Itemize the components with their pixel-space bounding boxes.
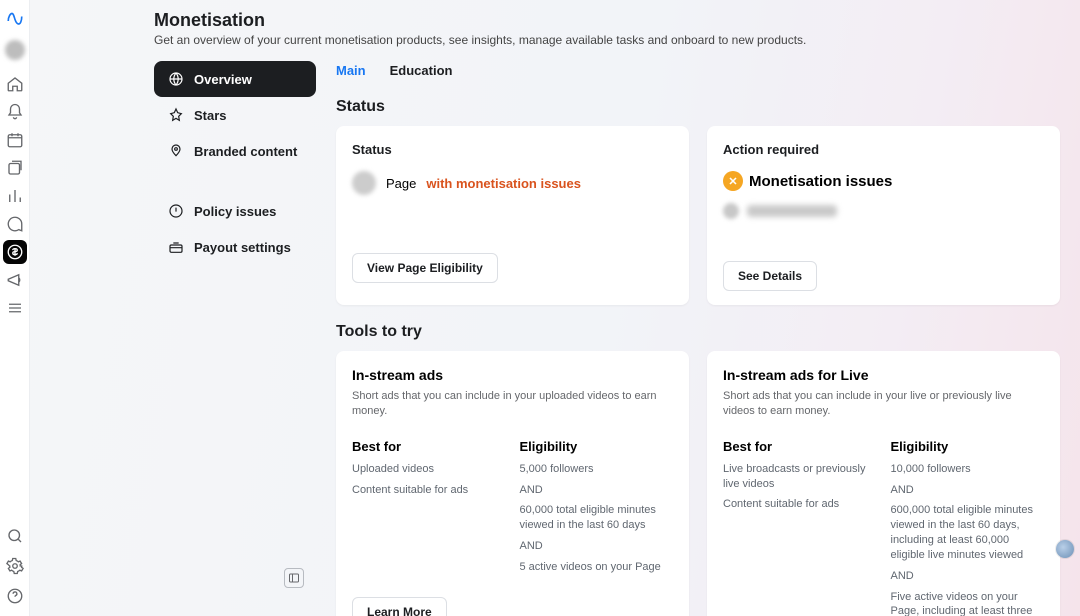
tab-bar: Main Education — [336, 63, 1060, 84]
elig-heading: Eligibility — [520, 439, 674, 454]
page-subtitle: Get an overview of your current monetisa… — [154, 33, 1060, 47]
tool-title: In-stream ads — [352, 367, 673, 383]
page-avatar — [352, 171, 376, 195]
gear-icon[interactable] — [3, 554, 27, 578]
collapse-panel-icon[interactable] — [284, 568, 304, 588]
learn-more-button[interactable]: Learn More — [352, 597, 447, 616]
action-card: Action required Monetisation issues See … — [707, 126, 1060, 305]
search-icon[interactable] — [3, 524, 27, 548]
tool-instream-ads: In-stream ads Short ads that you can inc… — [336, 351, 689, 616]
elig-heading: Eligibility — [891, 439, 1045, 454]
help-icon[interactable] — [3, 584, 27, 608]
tools-section-title: Tools to try — [336, 323, 1060, 341]
best-heading: Best for — [352, 439, 506, 454]
tool-desc: Short ads that you can include in your l… — [723, 389, 1044, 419]
elig-item: AND — [891, 483, 1045, 498]
tool-title: In-stream ads for Live — [723, 367, 1044, 383]
content-area: Main Education Status Status Page with m… — [336, 61, 1060, 616]
sidenav-label: Payout settings — [194, 240, 291, 255]
elig-item: AND — [891, 569, 1045, 584]
content-icon[interactable] — [3, 156, 27, 180]
best-item: Content suitable for ads — [352, 483, 506, 498]
elig-item: AND — [520, 539, 674, 554]
page-label: Page — [386, 176, 416, 191]
ads-icon[interactable] — [3, 268, 27, 292]
bell-icon[interactable] — [3, 100, 27, 124]
calendar-icon[interactable] — [3, 128, 27, 152]
inbox-icon[interactable] — [3, 212, 27, 236]
best-item: Content suitable for ads — [723, 497, 877, 512]
elig-item: Five active videos on your Page, includi… — [891, 590, 1045, 616]
side-nav: Overview Stars Branded content Policy is… — [154, 61, 316, 616]
issue-text: Monetisation issues — [749, 173, 892, 190]
warning-icon — [723, 171, 743, 191]
sidenav-overview[interactable]: Overview — [154, 61, 316, 97]
sidenav-payout[interactable]: Payout settings — [154, 229, 316, 265]
elig-item: 5 active videos on your Page — [520, 560, 674, 575]
status-section-title: Status — [336, 98, 1060, 116]
tool-desc: Short ads that you can include in your u… — [352, 389, 673, 419]
best-heading: Best for — [723, 439, 877, 454]
elig-item: 10,000 followers — [891, 462, 1045, 477]
monetisation-icon[interactable] — [3, 240, 27, 264]
sidenav-label: Stars — [194, 108, 227, 123]
profile-avatar[interactable] — [5, 40, 25, 60]
insights-icon[interactable] — [3, 184, 27, 208]
status-warning: with monetisation issues — [426, 176, 581, 191]
elig-item: 60,000 total eligible minutes viewed in … — [520, 503, 674, 533]
sidenav-stars[interactable]: Stars — [154, 97, 316, 133]
app-rail — [0, 0, 30, 616]
menu-icon[interactable] — [3, 296, 27, 320]
see-details-button[interactable]: See Details — [723, 261, 817, 291]
sidenav-label: Overview — [194, 72, 252, 87]
elig-item: AND — [520, 483, 674, 498]
globe-icon[interactable] — [1056, 540, 1074, 558]
meta-logo-icon — [3, 6, 27, 30]
tool-instream-live: In-stream ads for Live Short ads that yo… — [707, 351, 1060, 616]
card-title: Action required — [723, 142, 1044, 157]
best-item: Live broadcasts or previously live video… — [723, 462, 877, 492]
card-title: Status — [352, 142, 673, 157]
view-eligibility-button[interactable]: View Page Eligibility — [352, 253, 498, 283]
sidenav-label: Branded content — [194, 144, 297, 159]
sidenav-branded[interactable]: Branded content — [154, 133, 316, 169]
page-title: Monetisation — [154, 10, 1060, 31]
elig-item: 600,000 total eligible minutes viewed in… — [891, 503, 1045, 562]
tab-main[interactable]: Main — [336, 63, 366, 84]
sidenav-policy[interactable]: Policy issues — [154, 193, 316, 229]
elig-item: 5,000 followers — [520, 462, 674, 477]
status-card: Status Page with monetisation issues Vie… — [336, 126, 689, 305]
sidenav-label: Policy issues — [194, 204, 276, 219]
tab-education[interactable]: Education — [390, 63, 453, 84]
home-icon[interactable] — [3, 72, 27, 96]
best-item: Uploaded videos — [352, 462, 506, 477]
